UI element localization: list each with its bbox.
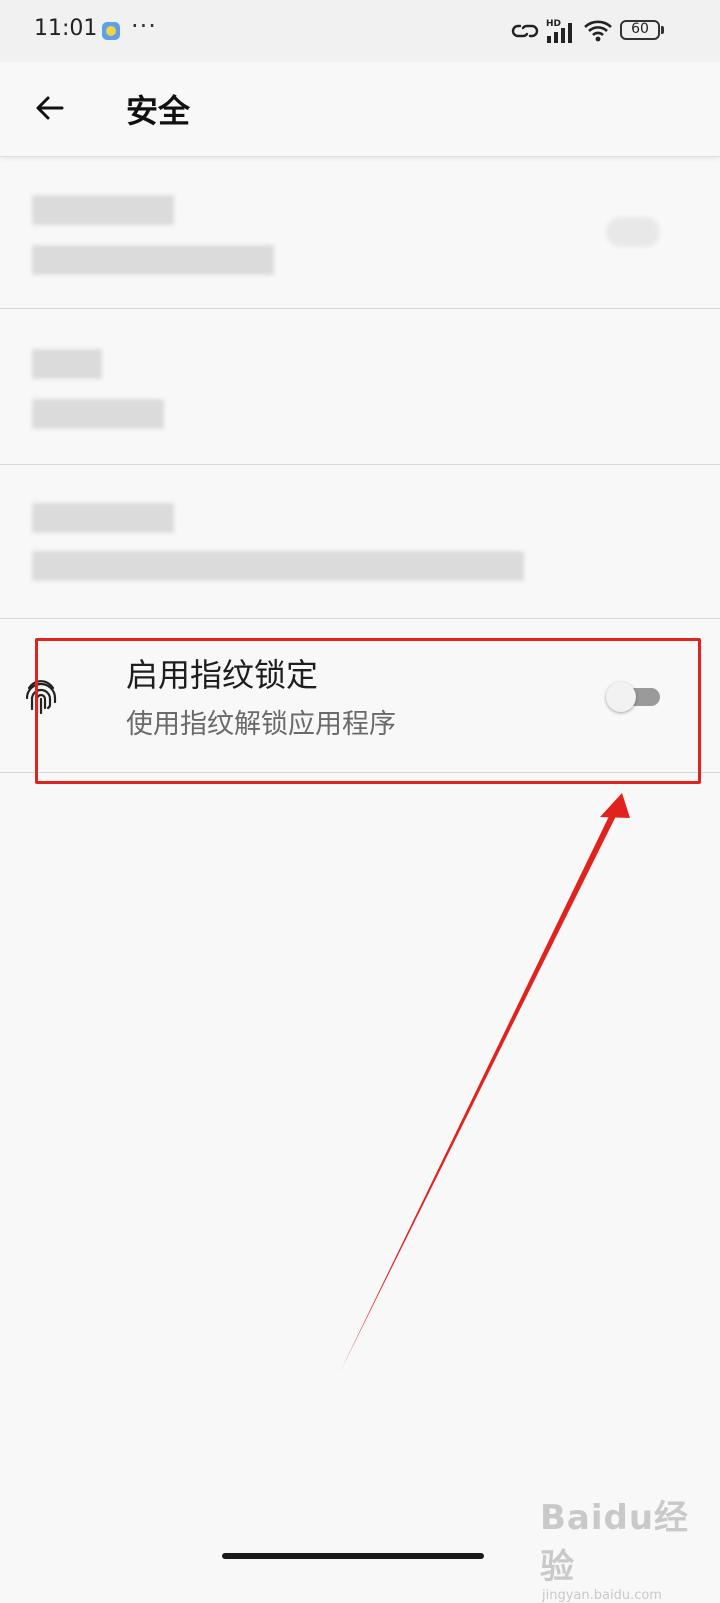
watermark-brand: Baidu经验 [540,1498,690,1587]
watermark-url: jingyan.baidu.com [542,1588,662,1603]
annotation-arrow [340,793,630,1372]
baidu-watermark: Baidu经验 jingyan.baidu.com [540,1490,720,1603]
gesture-nav-bar[interactable] [222,1553,484,1559]
